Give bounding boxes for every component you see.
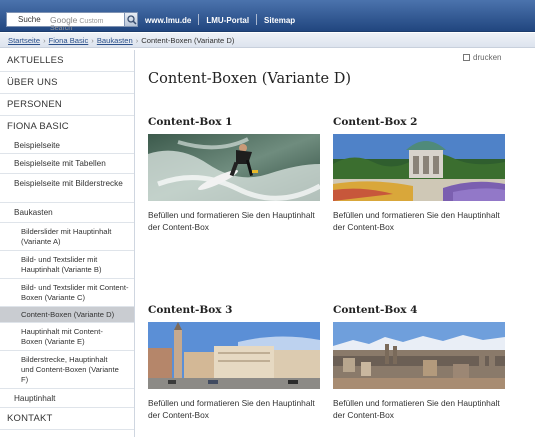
search-icon [127, 15, 137, 25]
breadcrumb-separator: › [135, 36, 139, 45]
city-street-photo [148, 322, 320, 389]
search-provider: Google Custom Search [50, 15, 104, 32]
content-box-4-text: Befüllen und formatieren Sie den Hauptin… [333, 398, 500, 420]
sidebar: AKTUELLES ÜBER UNS PERSONEN FIONA BASIC … [0, 50, 135, 437]
breadcrumb-fiona-basic[interactable]: Fiona Basic [49, 36, 89, 45]
sidebar-item-beispielseite[interactable]: Beispielseite [0, 137, 134, 154]
sidebar-item-variante-b[interactable]: Bild- und Textslider mit Hauptinhalt (Va… [0, 251, 134, 279]
content-box-1-text: Befüllen und formatieren Sie den Hauptin… [148, 210, 315, 232]
breadcrumb-current: Content-Boxen (Variante D) [141, 36, 235, 45]
breadcrumb-separator: › [43, 36, 46, 45]
search-button[interactable] [124, 12, 138, 27]
pavilion-garden-photo [333, 134, 505, 201]
content-box-1-title: Content-Box 1 [148, 116, 233, 128]
content-box-2-text: Befüllen und formatieren Sie den Hauptin… [333, 210, 500, 232]
divider [256, 14, 258, 25]
breadcrumb-baukasten[interactable]: Baukasten [97, 36, 133, 45]
top-link-lmu[interactable]: www.lmu.de [145, 16, 191, 25]
top-links: www.lmu.de LMU-Portal Sitemap [145, 14, 295, 25]
print-link[interactable]: drucken [463, 53, 501, 62]
sidebar-item-variante-e[interactable]: Hauptinhalt mit Content-Boxen (Variante … [0, 323, 134, 351]
page-title: Content-Boxen (Variante D) [148, 71, 352, 87]
search-label: Suche [18, 15, 41, 24]
content-box-2-title: Content-Box 2 [333, 116, 418, 128]
breadcrumb: Startseite › Fiona Basic › Baukasten › Content… [8, 36, 234, 45]
sidebar-item-variante-a[interactable]: Bilderslider mit Hauptinhalt (Variante A… [0, 223, 134, 251]
surfer-photo [148, 134, 320, 201]
sidebar-item-variante-f[interactable]: Bilderstrecke, Hauptinhalt und Content-B… [0, 351, 134, 389]
top-bar: Suche Google Custom Search www.lmu.de LMU… [0, 0, 535, 32]
sidebar-item-baukasten[interactable]: Baukasten [0, 203, 134, 223]
content-box-3-title: Content-Box 3 [148, 304, 233, 316]
sidebar-item-variante-d[interactable]: Content-Boxen (Variante D) [0, 307, 134, 323]
breadcrumb-home[interactable]: Startseite [8, 36, 40, 45]
top-link-portal[interactable]: LMU-Portal [206, 16, 249, 25]
sidebar-item-beispielseite-tabellen[interactable]: Beispielseite mit Tabellen [0, 154, 134, 174]
print-icon [463, 54, 470, 61]
sidebar-item-personen[interactable]: PERSONEN [0, 94, 134, 116]
top-link-sitemap[interactable]: Sitemap [264, 16, 295, 25]
sidebar-item-beispielseite-bilderstrecke[interactable]: Beispielseite mit Bilderstrecke [0, 174, 134, 203]
sidebar-item-fiona-basic[interactable]: FIONA BASIC [0, 116, 134, 137]
search-input[interactable]: Suche Google Custom Search [6, 12, 126, 32]
sidebar-item-aktuelles[interactable]: AKTUELLES [0, 50, 134, 72]
sidebar-item-ueber-uns[interactable]: ÜBER UNS [0, 72, 134, 94]
sidebar-item-kontakt[interactable]: KONTAKT [0, 408, 134, 430]
city-panorama-photo [333, 322, 505, 389]
divider [198, 14, 200, 25]
sidebar-item-variante-c[interactable]: Bild- und Textslider mit Content-Boxen (… [0, 279, 134, 307]
content-box-3-text: Befüllen und formatieren Sie den Hauptin… [148, 398, 315, 420]
breadcrumb-separator: › [91, 36, 94, 45]
content-box-4-title: Content-Box 4 [333, 304, 418, 316]
breadcrumb-bar: Startseite › Fiona Basic › Baukasten › Content… [0, 33, 535, 48]
sidebar-item-hauptinhalt[interactable]: Hauptinhalt [0, 389, 134, 408]
print-label: drucken [473, 53, 502, 62]
